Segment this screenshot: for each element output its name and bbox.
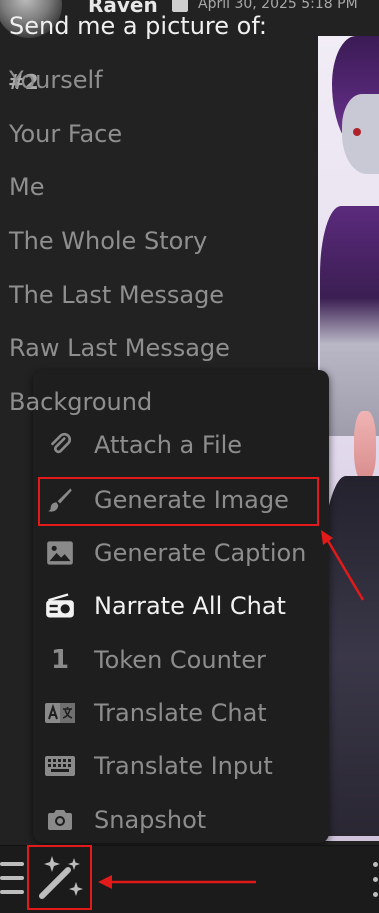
more-options-icon[interactable]: [371, 860, 379, 900]
token-counter-item[interactable]: 1 Token Counter: [33, 636, 329, 684]
highlight-annotation: [38, 477, 319, 526]
message-timestamp: April 30, 2025 5:18 PM: [198, 0, 358, 12]
picture-option-yourself[interactable]: Yourself: [9, 66, 103, 94]
picture-option-whole-story[interactable]: The Whole Story: [9, 227, 207, 255]
arrow-annotation-icon: [98, 875, 256, 889]
options-menu-icon[interactable]: [0, 858, 24, 898]
book-icon: [172, 0, 188, 12]
attach-file-label: Attach a File: [94, 431, 243, 459]
translate-input-label: Translate Input: [94, 752, 273, 780]
translate-chat-label: Translate Chat: [94, 699, 267, 727]
camera-icon: [43, 803, 77, 837]
picture-option-me[interactable]: Me: [9, 173, 44, 201]
number-one-icon: 1: [50, 645, 70, 675]
translate-chat-item[interactable]: Translate Chat: [33, 689, 329, 737]
picture-option-raw-last-message[interactable]: Raw Last Message: [9, 334, 230, 362]
generate-caption-label: Generate Caption: [94, 539, 307, 567]
extensions-menu: Attach a File Generate Image Generate Ca…: [33, 370, 329, 843]
language-icon: [43, 696, 77, 730]
arrow-annotation-icon: [321, 530, 365, 601]
snapshot-item[interactable]: Snapshot: [33, 796, 329, 844]
picture-option-background[interactable]: Background: [9, 388, 152, 416]
keyboard-icon: [43, 749, 77, 783]
attach-file-item[interactable]: Attach a File: [33, 421, 329, 469]
magic-wand-icon: [38, 855, 83, 899]
extensions-wand-button[interactable]: [27, 845, 92, 910]
token-counter-label: Token Counter: [94, 646, 266, 674]
radio-icon: [43, 589, 77, 623]
narrate-all-chat-label: Narrate All Chat: [94, 592, 286, 620]
generate-caption-item[interactable]: Generate Caption: [33, 529, 329, 577]
translate-input-item[interactable]: Translate Input: [33, 742, 329, 790]
paperclip-icon: [43, 428, 77, 462]
submenu-title: Send me a picture of:: [9, 12, 267, 40]
image-icon: [43, 536, 77, 570]
snapshot-label: Snapshot: [94, 806, 207, 834]
picture-option-last-message[interactable]: The Last Message: [9, 281, 224, 309]
narrate-all-chat-item[interactable]: Narrate All Chat: [33, 582, 329, 630]
picture-option-your-face[interactable]: Your Face: [9, 120, 122, 148]
